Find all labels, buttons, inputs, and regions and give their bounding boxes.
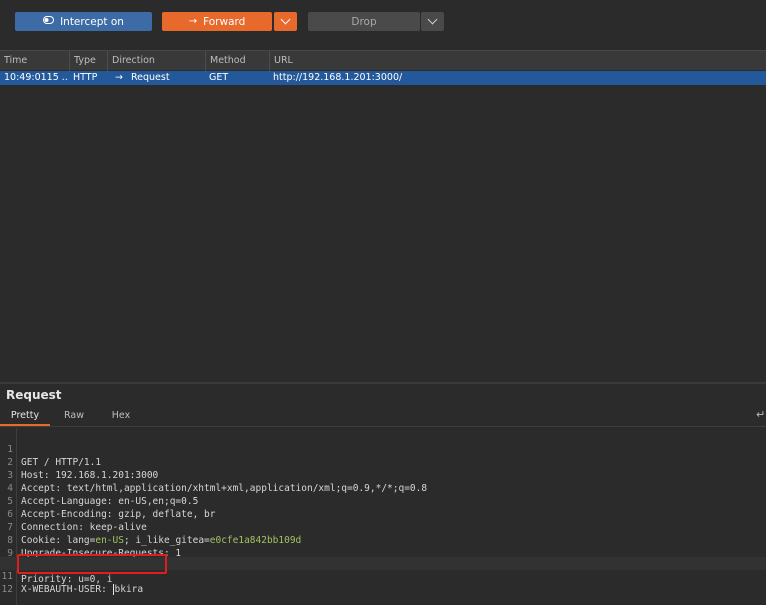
forward-label: Forward xyxy=(203,15,246,28)
editor-line: 6 Connection: keep-alive xyxy=(0,495,766,533)
tab-raw[interactable]: Raw xyxy=(54,408,94,426)
request-editor[interactable]: 1 GET / HTTP/1.1 2 Host: 192.168.1.201:3… xyxy=(0,428,766,605)
history-table-header: Time Type Direction Method URL xyxy=(0,50,766,71)
editor-line: 1 GET / HTTP/1.1 xyxy=(0,430,766,468)
panel-splitter[interactable] xyxy=(0,382,766,384)
arrow-right-icon: → xyxy=(115,72,123,83)
table-row[interactable]: 10:49:0115 ... HTTP → Request GET http://… xyxy=(0,71,766,85)
word-wrap-icon[interactable]: ↵ xyxy=(756,408,765,421)
editor-line: 4 Accept-Language: en-US,en;q=0.5 xyxy=(0,469,766,507)
drop-dropdown-button[interactable] xyxy=(421,12,444,31)
drop-button[interactable]: Drop xyxy=(308,12,420,31)
intercept-label: Intercept on xyxy=(60,15,124,28)
intercept-toggle-button[interactable]: Intercept on xyxy=(15,12,152,31)
toggle-icon xyxy=(43,16,55,27)
arrow-right-icon: → xyxy=(188,16,198,27)
proxy-toolbar: Intercept on → Forward Drop xyxy=(0,0,766,48)
cell-url: http://192.168.1.201:3000/ xyxy=(273,72,403,83)
cell-time: 10:49:0115 ... xyxy=(4,72,69,83)
chevron-down-icon xyxy=(427,14,438,25)
column-header-url[interactable]: URL xyxy=(269,51,766,71)
cell-type: HTTP xyxy=(73,72,98,83)
editor-line: 8 Upgrade-Insecure-Requests: 1 xyxy=(0,521,766,559)
editor-line: 9 Sec-GPC: 1 xyxy=(0,534,766,572)
editor-line: 2 Host: 192.168.1.201:3000 xyxy=(0,443,766,481)
editor-line: 5 Accept-Encoding: gzip, deflate, br xyxy=(0,482,766,520)
forward-button[interactable]: → Forward xyxy=(162,12,272,31)
header-value: bkira xyxy=(114,584,144,595)
header-name: X-WEBAUTH-USER: xyxy=(21,584,113,595)
column-header-type[interactable]: Type xyxy=(69,51,107,71)
highlight-annotation-box xyxy=(17,554,167,574)
column-header-method[interactable]: Method xyxy=(205,51,269,71)
column-header-time[interactable]: Time xyxy=(0,51,69,71)
forward-dropdown-button[interactable] xyxy=(274,12,297,31)
drop-label: Drop xyxy=(351,15,377,28)
editor-line: 3 Accept: text/html,application/xhtml+xm… xyxy=(0,456,766,494)
cell-method: GET xyxy=(209,72,229,83)
editor-line: 7 Cookie: lang=en-US; i_like_gitea=e0cfe… xyxy=(0,508,766,546)
history-table-body xyxy=(0,85,766,382)
chevron-down-icon xyxy=(280,14,291,25)
tab-hex[interactable]: Hex xyxy=(101,408,141,426)
request-panel-title: Request xyxy=(6,388,62,402)
cell-direction: → Request xyxy=(107,71,205,85)
direction-text: Request xyxy=(130,72,170,83)
line-text: X-WEBAUTH-USER: bkira xyxy=(21,583,143,596)
text-cursor xyxy=(112,584,114,595)
column-header-direction[interactable]: Direction xyxy=(107,51,205,71)
line-number: 12 xyxy=(1,584,13,595)
request-view-tabs: Pretty Raw Hex xyxy=(0,408,766,427)
tab-pretty[interactable]: Pretty xyxy=(0,408,50,426)
